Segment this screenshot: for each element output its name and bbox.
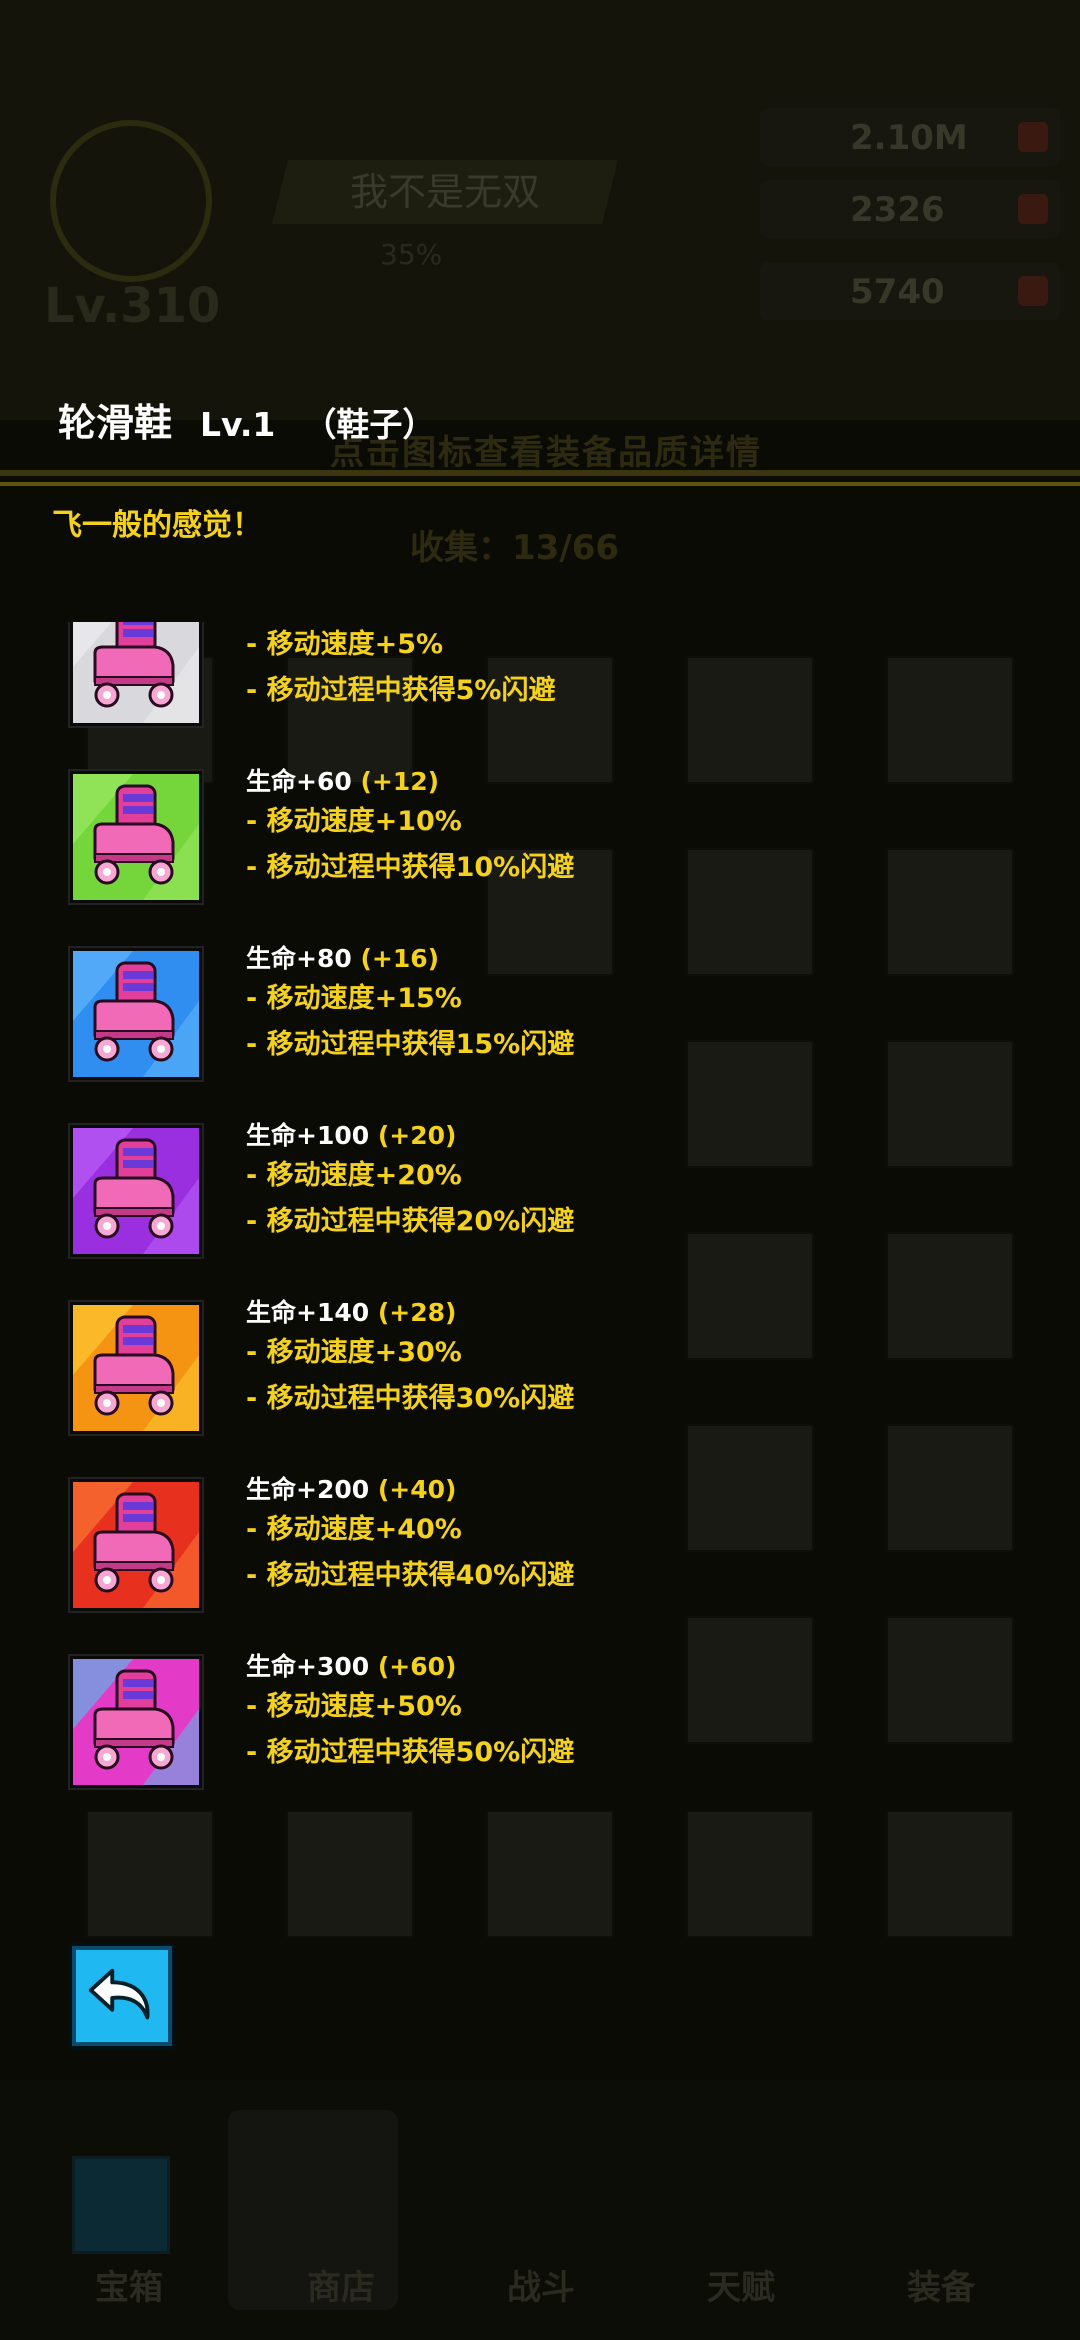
tier-speed: - 移动速度+20%	[246, 1160, 462, 1191]
nav-label: 战斗	[507, 2268, 575, 2308]
return-arrow-icon	[88, 1968, 150, 2020]
roller-skate-icon[interactable]	[70, 1479, 202, 1611]
tier-hp: 生命+300 (+60)	[246, 1650, 574, 1684]
tier-speed: - 移动速度+40%	[246, 1514, 462, 1545]
grid-cell	[886, 1810, 1014, 1938]
tier-dodge: - 移动过程中获得5%闪避	[246, 675, 556, 706]
tier-hp-value: 生命+200	[246, 1475, 370, 1504]
nav-label: 天赋	[707, 2268, 775, 2308]
roller-skate-icon[interactable]	[70, 1125, 202, 1257]
tier-dodge: - 移动过程中获得15%闪避	[246, 1029, 575, 1060]
tier-stats: 生命+30 (+10) - 移动速度+5% - 移动过程中获得5%闪避	[246, 622, 555, 714]
roller-skate-icon[interactable]	[70, 1302, 202, 1434]
quality-tier-list[interactable]: 生命+30 (+10) - 移动速度+5% - 移动过程中获得5%闪避 生命+6…	[0, 622, 1080, 1814]
resource-gems-value: 2326	[850, 190, 945, 230]
item-title-row: 轮滑鞋 Lv.1 （鞋子）	[58, 392, 435, 447]
item-level: Lv.1	[200, 405, 276, 444]
grid-cell	[86, 1810, 214, 1938]
quality-tier: 生命+300 (+60) - 移动速度+50% - 移动过程中获得50%闪避	[0, 1652, 1080, 1814]
tier-hp: 生命+80 (+16)	[246, 942, 574, 976]
tier-hp: 生命+200 (+40)	[246, 1473, 574, 1507]
tier-hp: 生命+60 (+12)	[246, 765, 574, 799]
item-type: （鞋子）	[303, 405, 436, 444]
tier-hp-bonus: (+20)	[377, 1121, 457, 1150]
tier-dodge: - 移动过程中获得30%闪避	[246, 1383, 575, 1414]
grid-cell	[686, 1810, 814, 1938]
tier-stats: 生命+140 (+28) - 移动速度+30% - 移动过程中获得30%闪避	[246, 1296, 574, 1422]
tier-stats: 生命+100 (+20) - 移动速度+20% - 移动过程中获得20%闪避	[246, 1119, 574, 1245]
resource-gems: 2326	[760, 180, 1060, 238]
background-back-button	[72, 2156, 170, 2254]
plus-icon	[1018, 122, 1048, 152]
background-collection: 收集：13/66	[410, 528, 620, 568]
quality-tier: 生命+140 (+28) - 移动速度+30% - 移动过程中获得30%闪避	[0, 1298, 1080, 1479]
roller-skate-icon[interactable]	[70, 622, 202, 726]
player-avatar	[50, 120, 212, 282]
item-flavor-text: 飞一般的感觉！	[52, 508, 262, 543]
tier-speed: - 移动速度+10%	[246, 806, 462, 837]
grid-cell	[286, 1810, 414, 1938]
item-name: 轮滑鞋	[58, 401, 173, 445]
quality-tier: 生命+60 (+12) - 移动速度+10% - 移动过程中获得10%闪避	[0, 767, 1080, 948]
quality-tier: 生命+80 (+16) - 移动速度+15% - 移动过程中获得15%闪避	[0, 944, 1080, 1125]
title-divider	[0, 482, 1080, 486]
roller-skate-icon[interactable]	[70, 948, 202, 1080]
resource-energy-value: 5740	[850, 272, 945, 312]
tier-dodge: - 移动过程中获得10%闪避	[246, 852, 575, 883]
back-button[interactable]	[72, 1946, 172, 2046]
tier-hp-bonus: (+60)	[377, 1652, 457, 1681]
resource-gold: 2.10M	[760, 108, 1060, 166]
roller-skate-icon[interactable]	[70, 771, 202, 903]
quality-tier: 生命+100 (+20) - 移动速度+20% - 移动过程中获得20%闪避	[0, 1121, 1080, 1302]
tier-dodge: - 移动过程中获得20%闪避	[246, 1206, 575, 1237]
resource-gold-value: 2.10M	[850, 118, 968, 158]
tier-hp-bonus: (+12)	[360, 767, 440, 796]
tier-hp-value: 生命+300	[246, 1652, 370, 1681]
tier-hp-value: 生命+80	[246, 944, 352, 973]
tier-dodge: - 移动过程中获得50%闪避	[246, 1737, 575, 1768]
quality-tier-list-content: 生命+30 (+10) - 移动速度+5% - 移动过程中获得5%闪避 生命+6…	[0, 622, 1080, 1814]
plus-icon	[1018, 194, 1048, 224]
tier-speed: - 移动速度+50%	[246, 1691, 462, 1722]
tier-hp-bonus: (+28)	[377, 1298, 457, 1327]
tier-hp-value: 生命+140	[246, 1298, 370, 1327]
quality-tier: 生命+30 (+10) - 移动速度+5% - 移动过程中获得5%闪避	[0, 622, 1080, 771]
quality-tier: 生命+200 (+40) - 移动速度+40% - 移动过程中获得40%闪避	[0, 1475, 1080, 1656]
tier-hp: 生命+100 (+20)	[246, 1119, 574, 1153]
tier-stats: 生命+200 (+40) - 移动速度+40% - 移动过程中获得40%闪避	[246, 1473, 574, 1599]
tier-speed: - 移动速度+5%	[246, 629, 444, 660]
tier-hp-value: 生命+60	[246, 767, 352, 796]
tier-speed: - 移动速度+30%	[246, 1337, 462, 1368]
player-name-plate: 我不是无双	[272, 160, 618, 224]
tier-hp: 生命+140 (+28)	[246, 1296, 574, 1330]
grid-cell	[486, 1810, 614, 1938]
player-name: 我不是无双	[349, 170, 540, 214]
nav-label: 商店	[307, 2268, 375, 2308]
player-progress: 35%	[380, 238, 443, 271]
tier-stats: 生命+60 (+12) - 移动速度+10% - 移动过程中获得10%闪避	[246, 765, 574, 891]
roller-skate-icon[interactable]	[70, 1656, 202, 1788]
tier-hp-bonus: (+40)	[377, 1475, 457, 1504]
tier-dodge: - 移动过程中获得40%闪避	[246, 1560, 575, 1591]
tier-stats: 生命+300 (+60) - 移动速度+50% - 移动过程中获得50%闪避	[246, 1650, 574, 1776]
tier-stats: 生命+80 (+16) - 移动速度+15% - 移动过程中获得15%闪避	[246, 942, 574, 1068]
player-level: Lv.310	[44, 278, 221, 334]
nav-label: 宝箱	[95, 2268, 163, 2308]
tier-speed: - 移动速度+15%	[246, 983, 462, 1014]
nav-label: 装备	[907, 2268, 975, 2308]
plus-icon	[1018, 276, 1048, 306]
tier-hp-value: 生命+100	[246, 1121, 370, 1150]
resource-energy: 5740	[760, 262, 1060, 320]
tier-hp-bonus: (+16)	[360, 944, 440, 973]
